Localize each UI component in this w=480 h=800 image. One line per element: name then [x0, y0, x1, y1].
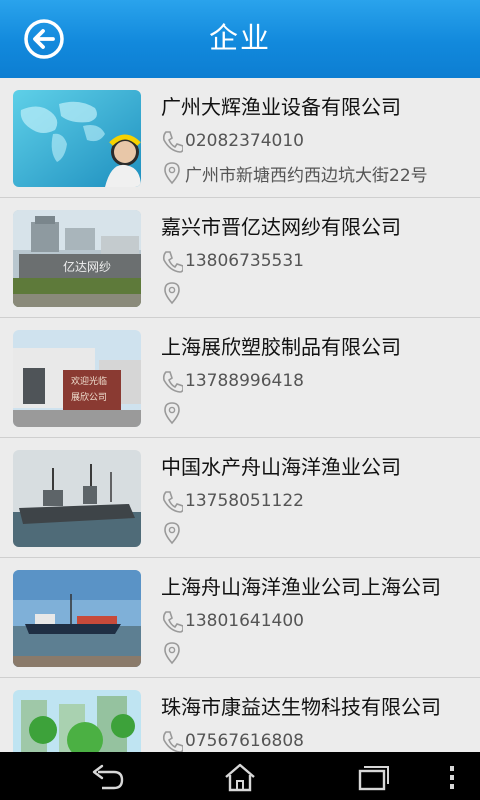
company-thumbnail [13, 90, 141, 187]
phone-row[interactable]: 13788996418 [161, 368, 304, 394]
phone-row[interactable]: 13758051122 [161, 488, 304, 514]
list-item[interactable]: 亿达网纱 嘉兴市晋亿达网纱有限公司 13806735531 [0, 198, 480, 318]
menu-overflow-icon[interactable] [440, 762, 464, 792]
address-row: 广州市新塘西约西边坑大街22号 [161, 160, 428, 186]
phone-icon [162, 491, 183, 513]
address-row [161, 520, 185, 546]
address-row [161, 400, 185, 426]
phone-row[interactable]: 07567616808 [161, 728, 304, 752]
company-name: 珠海市康益达生物科技有限公司 [161, 695, 441, 719]
factory-sign-text: 亿达网纱 [63, 259, 111, 274]
location-pin-icon [164, 282, 180, 305]
phone-number[interactable]: 13788996418 [185, 371, 304, 391]
phone-row[interactable]: 13801641400 [161, 608, 304, 634]
phone-number[interactable]: 07567616808 [185, 731, 304, 751]
phone-icon [162, 131, 183, 153]
company-thumbnail: 亿达网纱 [13, 210, 141, 307]
plaque-text-1: 欢迎光临 [71, 375, 107, 387]
company-name: 上海展欣塑胶制品有限公司 [161, 335, 401, 359]
phone-icon [162, 731, 183, 752]
address-row [161, 640, 185, 666]
back-nav-icon[interactable] [88, 762, 128, 792]
list-item[interactable]: 欢迎光临 展欣公司 上海展欣塑胶制品有限公司 13788996418 [0, 318, 480, 438]
company-list[interactable]: 广州大辉渔业设备有限公司 02082374010 广州市新塘西约西边坑大街22号… [0, 78, 480, 752]
phone-icon [162, 611, 183, 633]
company-name: 嘉兴市晋亿达网纱有限公司 [161, 215, 401, 239]
recent-apps-icon[interactable] [352, 762, 392, 792]
phone-number[interactable]: 13806735531 [185, 251, 304, 271]
page-title: 企业 [208, 21, 271, 55]
world-map-operator-image [13, 90, 141, 187]
address-row [161, 280, 185, 306]
phone-number[interactable]: 13758051122 [185, 491, 304, 511]
list-item[interactable]: 广州大辉渔业设备有限公司 02082374010 广州市新塘西约西边坑大街22号 [0, 78, 480, 198]
company-thumbnail [13, 690, 141, 752]
buildings-greenery-image [13, 690, 141, 752]
phone-row[interactable]: 13806735531 [161, 248, 304, 274]
list-item[interactable]: 上海舟山海洋渔业公司上海公司 13801641400 [0, 558, 480, 678]
phone-number[interactable]: 02082374010 [185, 131, 304, 151]
plaque-text-2: 展欣公司 [71, 391, 107, 403]
fishing-boats-image [13, 450, 141, 547]
company-address: 广州市新塘西约西边坑大街22号 [185, 165, 428, 186]
phone-number[interactable]: 13801641400 [185, 611, 304, 631]
company-thumbnail: 欢迎光临 展欣公司 [13, 330, 141, 427]
header-bar: 企业 [0, 0, 480, 78]
system-nav-bar [0, 752, 480, 800]
home-nav-icon[interactable] [220, 762, 260, 792]
location-pin-icon [164, 642, 180, 665]
phone-icon [162, 371, 183, 393]
company-name: 上海舟山海洋渔业公司上海公司 [161, 575, 441, 599]
phone-icon [162, 251, 183, 273]
cargo-ship-image [13, 570, 141, 667]
factory-building-image: 亿达网纱 [13, 210, 141, 307]
phone-row[interactable]: 02082374010 [161, 128, 304, 154]
location-pin-icon [164, 522, 180, 545]
list-item[interactable]: 中国水产舟山海洋渔业公司 13758051122 [0, 438, 480, 558]
list-item[interactable]: 珠海市康益达生物科技有限公司 07567616808 [0, 678, 480, 752]
warehouse-plaque-image: 欢迎光临 展欣公司 [13, 330, 141, 427]
company-name: 广州大辉渔业设备有限公司 [161, 95, 401, 119]
company-name: 中国水产舟山海洋渔业公司 [161, 455, 401, 479]
location-pin-icon [164, 402, 180, 425]
company-thumbnail [13, 570, 141, 667]
company-thumbnail [13, 450, 141, 547]
location-pin-icon [164, 162, 180, 185]
